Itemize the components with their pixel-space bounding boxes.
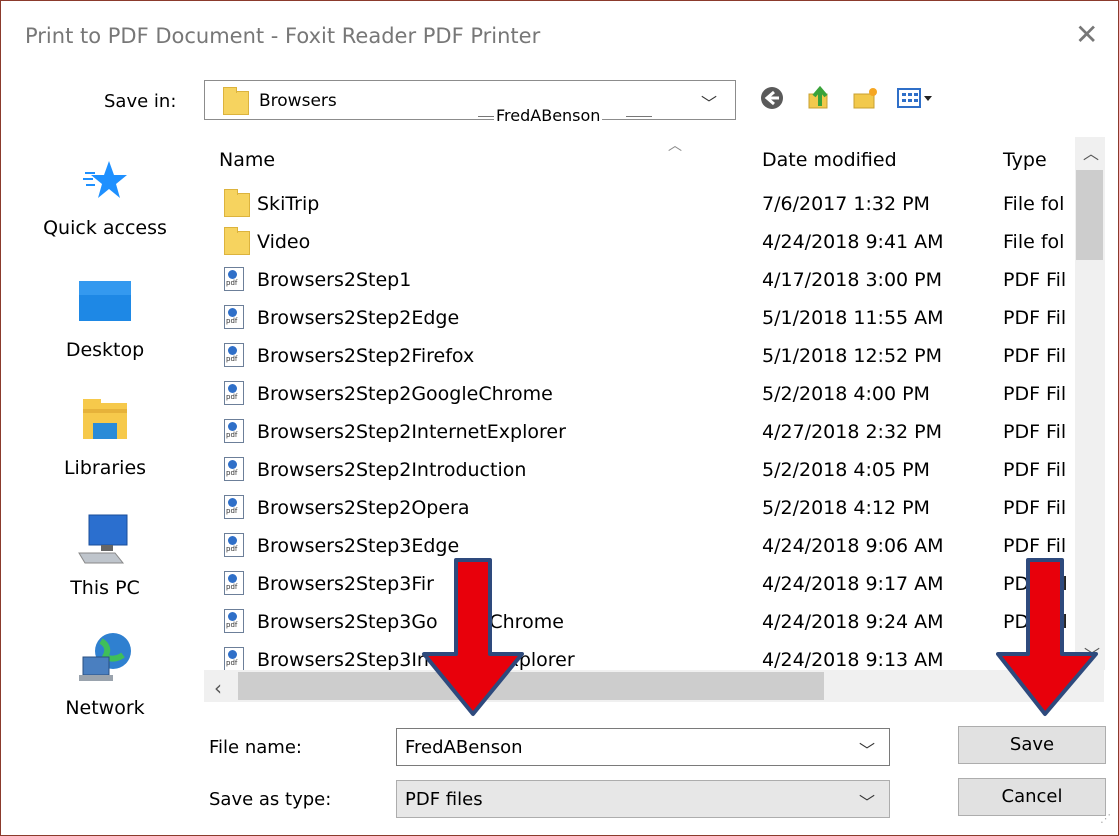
- overlay-line: [478, 116, 494, 117]
- column-header-type[interactable]: Type: [1003, 149, 1047, 171]
- file-row[interactable]: pdf Browsers2Step3Int etExplorer 4/24/2018 …: [204, 641, 1074, 670]
- file-row[interactable]: pdfBrowsers2Step3Firx4/24/2018 9:17 AMPD…: [204, 565, 1074, 603]
- file-row[interactable]: pdf Browsers2Step1 4/17/2018 3:00 PM PDF Fi…: [204, 261, 1074, 299]
- nav-network[interactable]: Network: [10, 631, 200, 731]
- file-date: 5/1/2018 12:52 PM: [762, 345, 943, 367]
- nav-libraries[interactable]: Libraries: [10, 393, 200, 493]
- sort-ascending-icon: ︿: [668, 138, 682, 154]
- computer-icon: [78, 514, 128, 564]
- nav-label: Network: [65, 697, 145, 719]
- file-type: PDF Fil: [1003, 383, 1067, 405]
- desktop-icon: [79, 281, 131, 321]
- chevron-down-icon[interactable]: ﹀: [859, 789, 875, 813]
- file-name: Video: [257, 231, 311, 253]
- file-name: Browsers2Step2InternetExplorer: [257, 421, 566, 443]
- file-date: 4/24/2018 9:17 AM: [762, 573, 944, 595]
- file-date: 4/24/2018 9:13 AM: [762, 649, 944, 670]
- file-name: SkiTrip: [257, 193, 320, 215]
- nav-quick-access[interactable]: Quick access: [10, 155, 200, 255]
- save-in-value: Browsers: [259, 91, 337, 111]
- annotation-arrow-left: [422, 558, 524, 716]
- file-type: PDF Fil: [1003, 497, 1067, 519]
- file-row[interactable]: pdf Browsers2Step2InternetExplorer 4/27/20…: [204, 413, 1074, 451]
- vertical-scroll-thumb[interactable]: [1076, 170, 1103, 260]
- save-in-dropdown[interactable]: Browsers ﹀: [204, 80, 736, 120]
- up-folder-icon[interactable]: [806, 84, 834, 112]
- file-row[interactable]: pdf Browsers2Step2Introduction 5/2/2018 4:…: [204, 451, 1074, 489]
- overlay-line: [626, 116, 652, 117]
- file-date: 4/24/2018 9:24 AM: [762, 611, 944, 633]
- file-row[interactable]: pdf Browsers2Step3Go eChrome 4/24/2018 9:24…: [204, 603, 1074, 641]
- file-name: Browsers2Step3Edge: [257, 535, 460, 557]
- nav-this-pc[interactable]: This PC: [10, 513, 200, 613]
- file-type: File fol: [1003, 231, 1065, 253]
- file-name: Browsers2Step2Opera: [257, 497, 470, 519]
- file-row[interactable]: pdf Browsers2Step2Edge 5/1/2018 11:55 AM PD…: [204, 299, 1074, 337]
- nav-label: Quick access: [43, 217, 167, 239]
- file-name-label: File name:: [209, 737, 302, 758]
- file-type: PDF Fil: [1003, 421, 1067, 443]
- back-icon[interactable]: [758, 84, 786, 112]
- libraries-icon: [83, 399, 127, 439]
- horizontal-scroll-thumb[interactable]: [238, 672, 824, 700]
- new-folder-icon[interactable]: [852, 84, 880, 112]
- file-name-value: FredABenson: [405, 737, 523, 758]
- nav-label: This PC: [70, 577, 140, 599]
- resize-grip-icon[interactable]: ⋰: [1100, 812, 1111, 825]
- file-row[interactable]: SkiTrip 7/6/2017 1:32 PM File fol: [204, 185, 1074, 223]
- nav-label: Desktop: [65, 339, 145, 361]
- scroll-up-icon[interactable]: ︿: [1083, 140, 1099, 164]
- chevron-down-icon[interactable]: ﹀: [859, 737, 875, 761]
- file-row[interactable]: Video 4/24/2018 9:41 AM File fol: [204, 223, 1074, 261]
- file-name: Browsers2Step2GoogleChrome: [257, 383, 553, 405]
- file-name: Browsers2Step1: [257, 269, 412, 291]
- file-list[interactable]: ︿ Name Date modified Type SkiTrip 7/6/201…: [204, 137, 1074, 670]
- file-row[interactable]: pdf Browsers2Step2Opera 5/2/2018 4:12 PM PD…: [204, 489, 1074, 527]
- file-name: Browsers2Step2Introduction: [257, 459, 527, 481]
- save-as-type-value: PDF files: [405, 789, 483, 810]
- close-icon[interactable]: ✕: [1075, 18, 1098, 51]
- places-bar: Quick access Desktop Libraries This PC N…: [10, 135, 200, 719]
- star-icon: [83, 161, 127, 198]
- file-date: 7/6/2017 1:32 PM: [762, 193, 930, 215]
- save-as-type-label: Save as type:: [209, 789, 332, 810]
- file-type: PDF Fil: [1003, 459, 1067, 481]
- column-header-name[interactable]: Name: [219, 149, 275, 171]
- file-date: 4/24/2018 9:06 AM: [762, 535, 944, 557]
- nav-desktop[interactable]: Desktop: [10, 275, 200, 375]
- file-type: PDF Fil: [1003, 269, 1067, 291]
- file-name-input[interactable]: FredABenson ﹀: [396, 728, 890, 766]
- chevron-down-icon[interactable]: ﹀: [701, 90, 717, 114]
- overlay-name-stamp: FredABenson: [494, 106, 603, 125]
- save-button[interactable]: Save: [958, 726, 1106, 764]
- file-date: 4/24/2018 9:41 AM: [762, 231, 944, 253]
- cancel-button[interactable]: Cancel: [958, 778, 1106, 816]
- file-date: 4/17/2018 3:00 PM: [762, 269, 943, 291]
- file-date: 5/1/2018 11:55 AM: [762, 307, 944, 329]
- file-type: PDF Fil: [1003, 345, 1067, 367]
- view-menu-icon[interactable]: [896, 84, 936, 112]
- scroll-left-icon[interactable]: ‹: [214, 676, 222, 700]
- file-row[interactable]: pdf Browsers2Step3Edge 4/24/2018 9:06 AM PD…: [204, 527, 1074, 565]
- file-row[interactable]: pdf Browsers2Step2Firefox 5/1/2018 12:52 P…: [204, 337, 1074, 375]
- window-title: Print to PDF Document - Foxit Reader PDF…: [25, 24, 541, 48]
- network-icon: [79, 633, 131, 681]
- file-type: File fol: [1003, 193, 1065, 215]
- nav-label: Libraries: [63, 457, 147, 479]
- file-type: PDF Fil: [1003, 535, 1067, 557]
- file-name: Browsers2Step2Firefox: [257, 345, 475, 367]
- annotation-arrow-right: [996, 558, 1098, 716]
- file-date: 4/27/2018 2:32 PM: [762, 421, 943, 443]
- folder-icon: [223, 87, 249, 115]
- file-name: Browsers2Step2Edge: [257, 307, 460, 329]
- column-header-date[interactable]: Date modified: [762, 149, 897, 171]
- file-type: PDF Fil: [1003, 307, 1067, 329]
- file-date: 5/2/2018 4:05 PM: [762, 459, 930, 481]
- file-date: 5/2/2018 4:00 PM: [762, 383, 930, 405]
- save-as-type-select[interactable]: PDF files ﹀: [396, 780, 890, 818]
- file-date: 5/2/2018 4:12 PM: [762, 497, 930, 519]
- save-in-label: Save in:: [104, 91, 177, 112]
- file-row[interactable]: pdf Browsers2Step2GoogleChrome 5/2/2018 4:…: [204, 375, 1074, 413]
- title-bar: Print to PDF Document - Foxit Reader PDF…: [1, 1, 1118, 69]
